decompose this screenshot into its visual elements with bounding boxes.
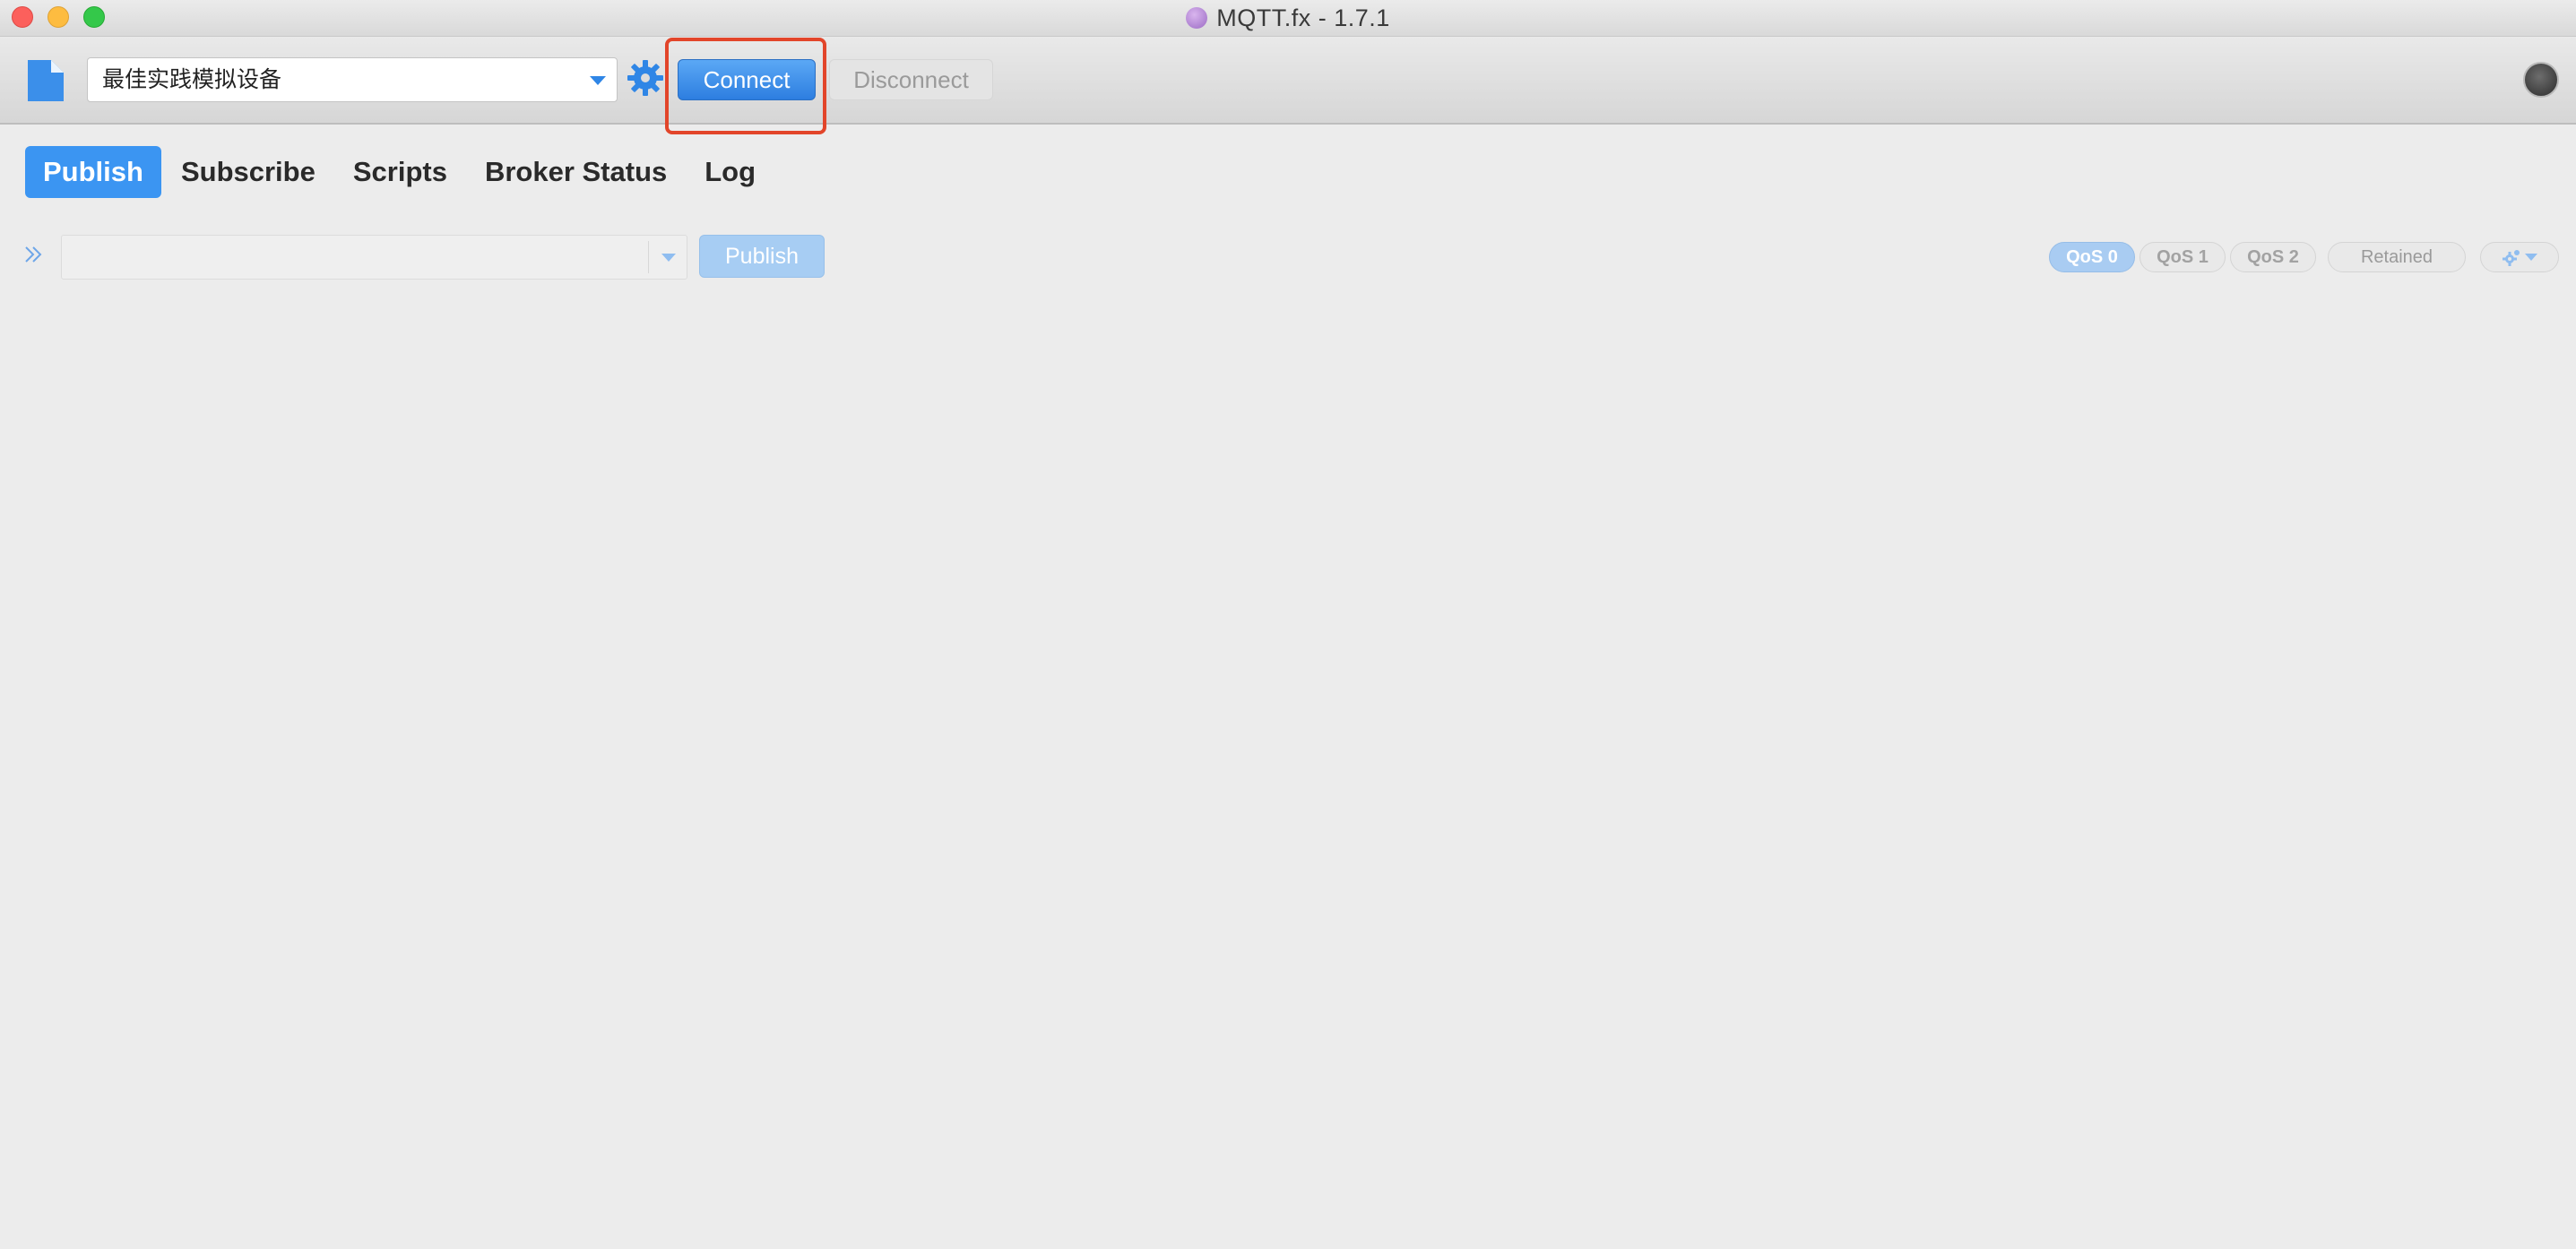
chevron-down-icon [2525,254,2537,261]
combo-divider [648,241,649,273]
topic-input[interactable] [62,236,644,279]
qos1-toggle[interactable]: QoS 1 [2139,242,2226,272]
chevron-down-icon[interactable] [590,76,606,85]
tab-publish[interactable]: Publish [25,146,161,198]
document-icon[interactable] [26,58,65,103]
window-title: MQTT.fx - 1.7.1 [1216,4,1390,31]
gear-options-icon [2503,250,2520,266]
retained-toggle[interactable]: Retained [2328,242,2466,272]
qos0-toggle[interactable]: QoS 0 [2049,242,2135,272]
publish-options-button[interactable] [2480,242,2559,272]
title-bar: MQTT.fx - 1.7.1 [0,0,2576,37]
double-chevron-right-icon[interactable] [23,244,45,265]
window-title-group: MQTT.fx - 1.7.1 [0,0,2576,36]
connection-profile-select[interactable]: 最佳实践模拟设备 [87,57,618,102]
tab-subscribe[interactable]: Subscribe [163,146,333,198]
qos2-toggle[interactable]: QoS 2 [2230,242,2316,272]
gear-icon[interactable] [627,59,664,97]
connection-status-indicator [2523,62,2559,98]
main-tabs: Publish Subscribe Scripts Broker Status … [25,146,775,198]
mqttfx-window: MQTT.fx - 1.7.1 最佳实践模拟设备 Connect Disconn… [0,0,2576,1249]
publish-button[interactable]: Publish [699,235,825,278]
tab-broker-status[interactable]: Broker Status [467,146,685,198]
connection-toolbar: 最佳实践模拟设备 Connect Disconnect [0,37,2576,125]
chevron-down-icon[interactable] [661,254,676,262]
publish-options-content [2502,247,2537,267]
connect-highlight-annotation [665,38,826,134]
disconnect-button[interactable]: Disconnect [829,59,993,100]
connection-profile-value: 最佳实践模拟设备 [102,66,282,92]
topic-combo-box[interactable] [61,235,687,280]
tab-scripts[interactable]: Scripts [335,146,465,198]
tab-log[interactable]: Log [687,146,774,198]
mqttfx-app-icon [1186,7,1208,29]
